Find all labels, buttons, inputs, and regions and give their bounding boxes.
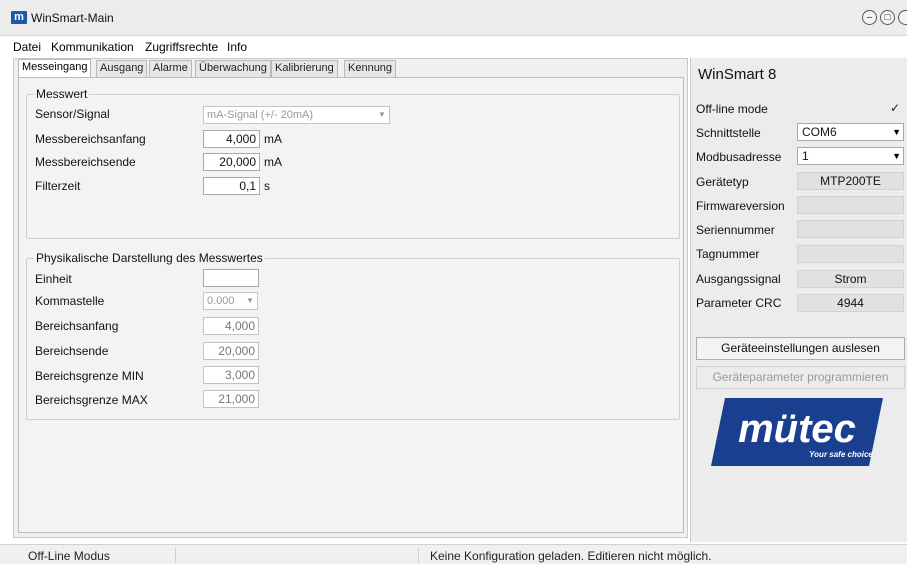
svg-text:Your safe choice: Your safe choice xyxy=(809,450,873,459)
filterzeit-field[interactable]: 0,1 xyxy=(203,177,260,195)
messbereichsende-unit: mA xyxy=(264,155,282,169)
tab-ueberwachung[interactable]: Überwachung xyxy=(195,60,271,77)
menu-info[interactable]: Info xyxy=(227,40,247,54)
status-message: Keine Konfiguration geladen. Editieren n… xyxy=(430,549,712,563)
menu-kommunikation[interactable]: Kommunikation xyxy=(51,40,134,54)
messwert-group-title: Messwert xyxy=(34,87,90,101)
tab-kalibrierung[interactable]: Kalibrierung xyxy=(271,60,338,77)
bereichsgrenze-max-field[interactable]: 21,000 xyxy=(203,390,259,408)
svg-text:mütec: mütec xyxy=(738,407,856,451)
modbusadresse-select[interactable]: 1 ▼ xyxy=(797,147,904,165)
seriennummer-label: Seriennummer xyxy=(696,223,775,237)
einheit-field[interactable] xyxy=(203,269,259,287)
bereichsanfang-field[interactable]: 4,000 xyxy=(203,317,259,335)
parameter-crc-label: Parameter CRC xyxy=(696,296,782,310)
muetec-logo: mütec Your safe choice xyxy=(711,398,883,466)
chevron-down-icon: ▼ xyxy=(378,110,386,119)
app-logo-icon: m xyxy=(11,11,27,24)
schnittstelle-value: COM6 xyxy=(802,125,837,139)
minimize-button[interactable]: – xyxy=(862,10,877,25)
filterzeit-label: Filterzeit xyxy=(35,179,81,193)
tab-kennung[interactable]: Kennung xyxy=(344,60,397,77)
status-separator xyxy=(175,548,176,563)
chevron-down-icon: ▼ xyxy=(892,151,901,161)
firmwareversion-label: Firmwareversion xyxy=(696,199,785,213)
tab-alarme[interactable]: Alarme xyxy=(149,60,192,77)
maximize-button[interactable]: □ xyxy=(880,10,895,25)
firmwareversion-value xyxy=(797,196,904,214)
menu-datei[interactable]: Datei xyxy=(13,40,41,54)
bereichsgrenze-min-label: Bereichsgrenze MIN xyxy=(35,369,144,383)
messbereichsanfang-unit: mA xyxy=(264,132,282,146)
tagnummer-label: Tagnummer xyxy=(696,247,760,261)
bereichsgrenze-max-label: Bereichsgrenze MAX xyxy=(35,393,148,407)
status-bar: Off-Line Modus Keine Konfiguration gelad… xyxy=(0,544,907,564)
bereichsende-field[interactable]: 20,000 xyxy=(203,342,259,360)
chevron-down-icon: ▼ xyxy=(246,296,254,305)
offline-mode-label: Off-line mode xyxy=(696,102,768,116)
modbusadresse-value: 1 xyxy=(802,149,809,163)
schnittstelle-label: Schnittstelle xyxy=(696,126,761,140)
sensor-signal-label: Sensor/Signal xyxy=(35,107,110,121)
schnittstelle-select[interactable]: COM6 ▼ xyxy=(797,123,904,141)
tab-messeingang[interactable]: Messeingang xyxy=(18,59,92,77)
read-settings-button[interactable]: Geräteeinstellungen auslesen xyxy=(696,337,905,360)
modbusadresse-label: Modbusadresse xyxy=(696,150,782,164)
status-mode: Off-Line Modus xyxy=(28,549,110,563)
title-bar: m WinSmart-Main – □ xyxy=(0,0,907,36)
menu-bar: Datei Kommunikation Zugriffsrechte Info xyxy=(0,37,907,56)
geraetetyp-label: Gerätetyp xyxy=(696,175,749,189)
offline-mode-checkbox[interactable]: ✓ xyxy=(890,102,903,115)
sensor-signal-select[interactable]: mA-Signal (+/- 20mA) ▼ xyxy=(203,106,390,124)
parameter-crc-value: 4944 xyxy=(797,294,904,312)
messbereichsende-label: Messbereichsende xyxy=(35,155,136,169)
window-title: WinSmart-Main xyxy=(31,11,114,25)
messbereichsanfang-label: Messbereichsanfang xyxy=(35,132,146,146)
kommastelle-label: Kommastelle xyxy=(35,294,105,308)
messbereichsanfang-field[interactable]: 4,000 xyxy=(203,130,260,148)
bereichsende-label: Bereichsende xyxy=(35,344,109,358)
chevron-down-icon: ▼ xyxy=(892,127,901,137)
program-parameters-button[interactable]: Geräteparameter programmieren xyxy=(696,366,905,389)
kommastelle-value: 0.000 xyxy=(207,295,235,307)
tab-ausgang[interactable]: Ausgang xyxy=(96,60,148,77)
messbereichsende-field[interactable]: 20,000 xyxy=(203,153,260,171)
bereichsanfang-label: Bereichsanfang xyxy=(35,319,119,333)
tagnummer-value xyxy=(797,245,904,263)
kommastelle-select[interactable]: 0.000 ▼ xyxy=(203,292,258,310)
sensor-signal-value: mA-Signal (+/- 20mA) xyxy=(207,109,314,121)
muetec-logo-graphic: mütec Your safe choice xyxy=(711,398,883,466)
close-button[interactable] xyxy=(898,10,907,25)
status-separator xyxy=(418,548,419,563)
menu-zugriffsrechte[interactable]: Zugriffsrechte xyxy=(145,40,218,54)
geraetetyp-value: MTP200TE xyxy=(797,172,904,190)
bereichsgrenze-min-field[interactable]: 3,000 xyxy=(203,366,259,384)
physik-group-title: Physikalische Darstellung des Messwertes xyxy=(34,251,265,265)
einheit-label: Einheit xyxy=(35,272,72,286)
ausgangssignal-label: Ausgangssignal xyxy=(696,272,781,286)
seriennummer-value xyxy=(797,220,904,238)
ausgangssignal-value: Strom xyxy=(797,270,904,288)
filterzeit-unit: s xyxy=(264,179,270,193)
device-panel-title: WinSmart 8 xyxy=(698,66,777,83)
